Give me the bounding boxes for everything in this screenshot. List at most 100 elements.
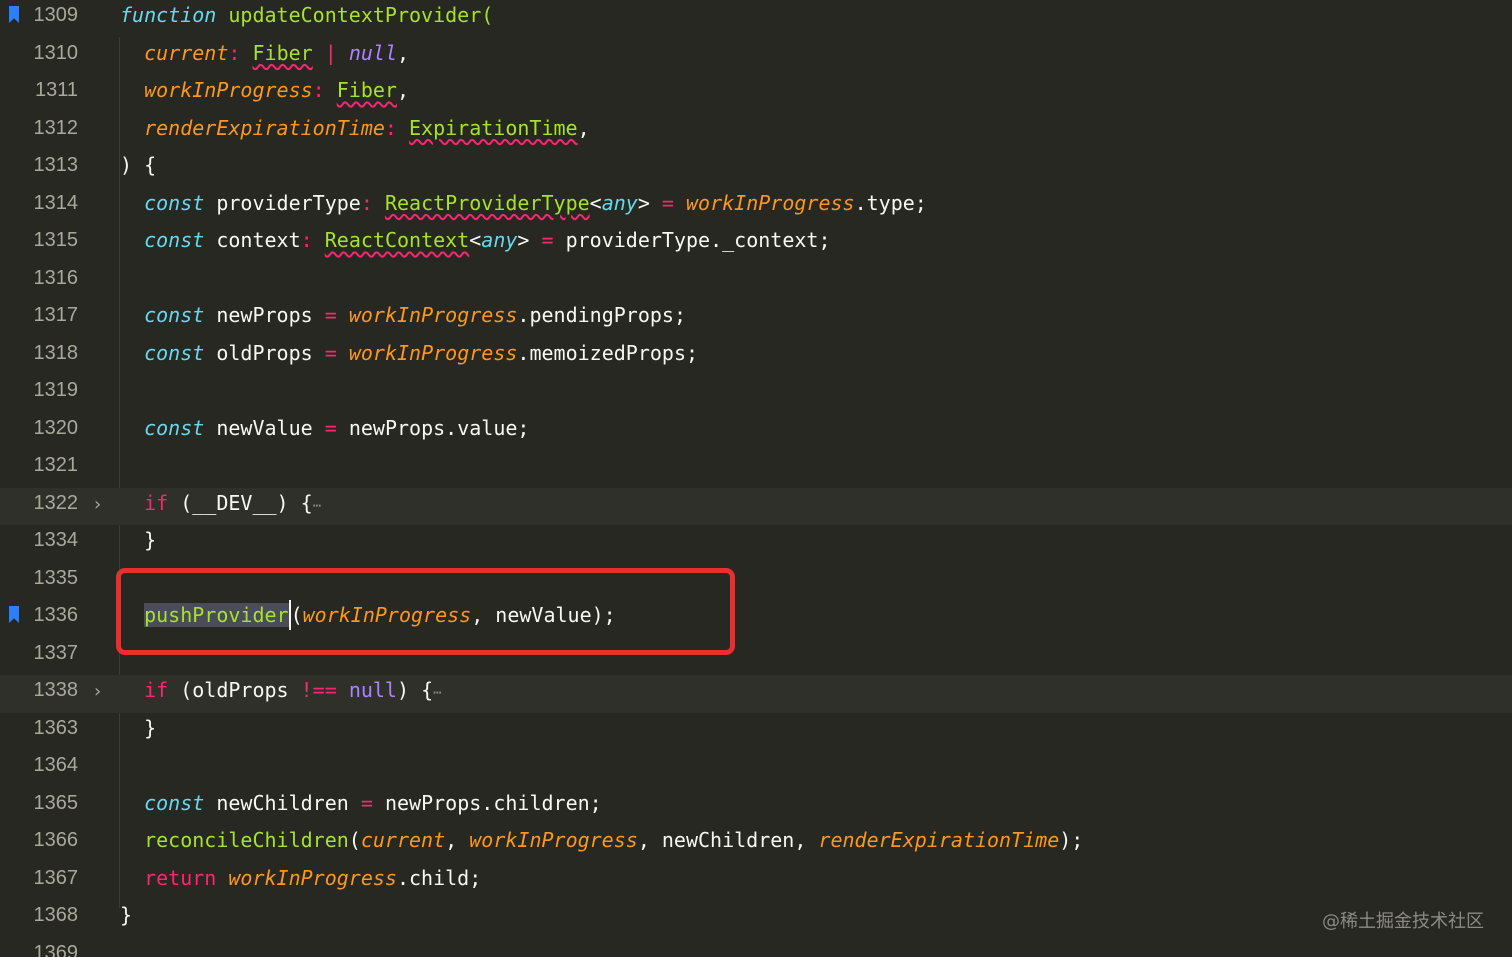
line-number[interactable]: 1368 [20,900,79,930]
member-access: .memoizedProps; [517,340,699,365]
line-number[interactable]: 1321 [20,450,79,480]
type-name: Fiber [336,78,397,102]
line-number[interactable]: 1335 [20,563,79,593]
object-name: workInProgress [348,303,518,327]
code-line-1317[interactable]: 1317 const newProps = workInProgress.pen… [0,300,1512,338]
close-paren: ); [1059,828,1084,852]
code-line-1316[interactable]: 1316 [0,263,1512,301]
code-text[interactable]: const oldProps = workInProgress.memoized… [120,338,698,368]
param-name: workInProgress [144,78,313,102]
code-text[interactable]: const newValue = newProps.value; [120,413,529,443]
line-number[interactable]: 1363 [20,713,79,743]
comma: , [396,78,410,102]
line-number[interactable]: 1337 [20,638,79,668]
code-text[interactable]: ) { [120,150,156,180]
line-number[interactable]: 1319 [20,375,79,405]
line-number[interactable]: 1317 [20,300,79,330]
code-text[interactable]: const providerType: ReactProviderType<an… [120,188,927,218]
line-number[interactable]: 1320 [20,413,79,443]
code-line-1365[interactable]: 1365 const newChildren = newProps.childr… [0,788,1512,826]
folded-ellipsis-icon[interactable]: ⋯ [433,685,441,701]
code-line-1310[interactable]: 1310 current: Fiber | null, [0,38,1512,76]
code-text[interactable]: const context: ReactContext<any> = provi… [120,225,830,255]
condition-end: ) { [396,678,434,702]
bookmark-icon[interactable] [9,6,19,23]
keyword: if [144,490,169,515]
bookmark-icon[interactable] [9,606,19,623]
folded-ellipsis-icon[interactable]: ⋯ [313,498,321,514]
null-literal: null [348,678,397,702]
code-line-1319[interactable]: 1319 [0,375,1512,413]
comma: , [397,40,410,65]
code-line-1320[interactable]: 1320 const newValue = newProps.value; [0,413,1512,451]
code-line-1312[interactable]: 1312 renderExpirationTime: ExpirationTim… [0,113,1512,151]
assign-operator: = [312,340,337,365]
comma: , [577,115,590,140]
keyword: return [144,865,217,890]
argument: renderExpirationTime [818,828,1060,852]
code-line-1322[interactable]: 1322 › if (__DEV__) {⋯ [0,487,1512,525]
code-text[interactable]: if (__DEV__) {⋯ [120,488,321,521]
colon: : [312,78,325,102]
code-line-1363[interactable]: 1363 } [0,713,1512,751]
line-number[interactable]: 1311 [20,75,78,105]
code-line-1334[interactable]: 1334 } [0,525,1512,563]
assign-operator: = [348,790,373,815]
line-number[interactable]: 1369 [20,938,79,957]
code-line-1321[interactable]: 1321 [0,450,1512,488]
line-number[interactable]: 1365 [20,788,79,818]
line-number[interactable]: 1316 [20,263,79,293]
line-number[interactable]: 1313 [20,150,79,180]
line-number[interactable]: 1364 [20,750,79,780]
code-line-1314[interactable]: 1314 const providerType: ReactProviderTy… [0,188,1512,226]
code-line-1309[interactable]: 1309 function updateContextProvider( [0,0,1512,38]
line-number[interactable]: 1310 [20,38,79,68]
line-number[interactable]: 1314 [20,188,79,218]
code-line-1311[interactable]: 1311 workInProgress: Fiber, [0,75,1512,113]
line-number[interactable]: 1334 [20,525,79,555]
code-text[interactable]: const newProps = workInProgress.pendingP… [120,300,686,330]
code-line-1318[interactable]: 1318 const oldProps = workInProgress.mem… [0,338,1512,376]
code-editor[interactable]: 1309 function updateContextProvider( 131… [0,0,1512,957]
chevron-right-icon[interactable]: › [94,490,101,520]
code-line-1313[interactable]: 1313 ) { [0,150,1512,188]
code-text[interactable]: return workInProgress.child; [120,863,481,893]
code-text[interactable]: workInProgress: Fiber, [120,75,409,105]
code-line-1367[interactable]: 1367 return workInProgress.child; [0,863,1512,901]
line-number[interactable]: 1367 [20,863,79,893]
code-line-1364[interactable]: 1364 [0,750,1512,788]
line-number[interactable]: 1338 [20,675,79,705]
code-line-1369[interactable]: 1369 [0,938,1512,957]
highlight-annotation-box [116,568,735,655]
code-text[interactable]: if (oldProps !== null) {⋯ [120,675,441,708]
code-text[interactable]: function updateContextProvider( [120,0,493,30]
line-number[interactable]: 1336 [20,600,79,630]
code-line-1366[interactable]: 1366 reconcileChildren(current, workInPr… [0,825,1512,863]
closing-brace: } [144,715,157,740]
line-number[interactable]: 1312 [20,113,79,143]
code-line-1338[interactable]: 1338 › if (oldProps !== null) {⋯ [0,675,1512,713]
code-text[interactable]: renderExpirationTime: ExpirationTime, [120,113,590,143]
line-number[interactable]: 1318 [20,338,79,368]
code-text[interactable]: } [120,525,156,555]
code-text[interactable]: } [120,713,156,743]
colon: : [228,40,241,65]
keyword: const [144,303,205,327]
code-line-1315[interactable]: 1315 const context: ReactContext<any> = … [0,225,1512,263]
variable: newProps [204,303,313,327]
param-name: renderExpirationTime [144,115,385,140]
line-number[interactable]: 1309 [20,0,79,30]
object-name: workInProgress [686,190,855,215]
code-text[interactable]: reconcileChildren(current, workInProgres… [120,825,1083,855]
chevron-right-icon[interactable]: › [94,677,101,707]
colon: : [360,190,373,215]
line-number[interactable]: 1322 [20,488,79,518]
variable: newValue [204,415,313,440]
code-text[interactable]: } [120,900,132,930]
code-text[interactable]: const newChildren = newProps.children; [120,788,602,818]
line-number[interactable]: 1315 [20,225,79,255]
line-number[interactable]: 1366 [20,825,79,855]
generic-type: any [601,190,638,215]
code-text[interactable]: current: Fiber | null, [120,38,409,68]
code-line-1368[interactable]: 1368 } [0,900,1512,938]
